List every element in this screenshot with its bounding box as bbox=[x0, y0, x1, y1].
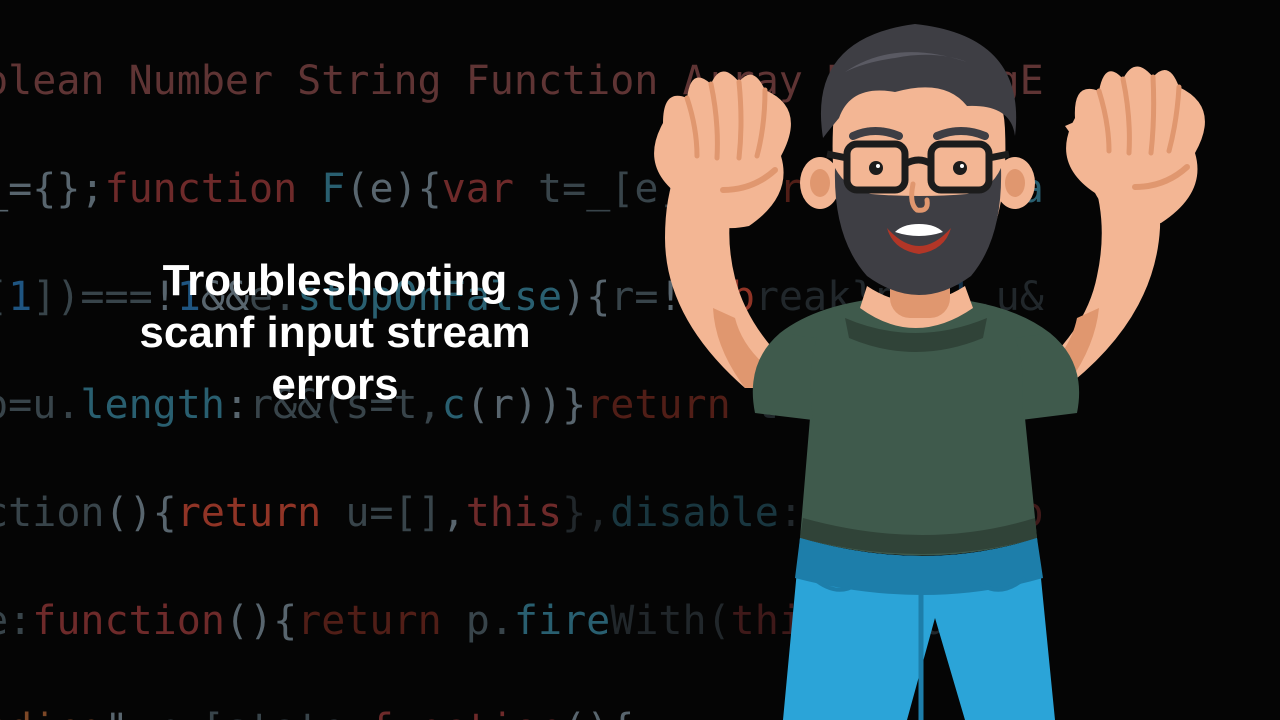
code-line: re:function(){return p.fireWith(this, um bbox=[0, 594, 1280, 648]
code-line: oolean Number String Function Array Date… bbox=[0, 54, 1280, 108]
page-title: Troubleshooting scanf input stream error… bbox=[110, 255, 560, 411]
code-line: _={};function F(e){var t=_[e]={};return … bbox=[0, 162, 1280, 216]
code-line: nction(){return u=[],this},disable: ctio bbox=[0, 486, 1280, 540]
code-line: ending",r=[state:function(){ n} bbox=[0, 702, 1280, 720]
